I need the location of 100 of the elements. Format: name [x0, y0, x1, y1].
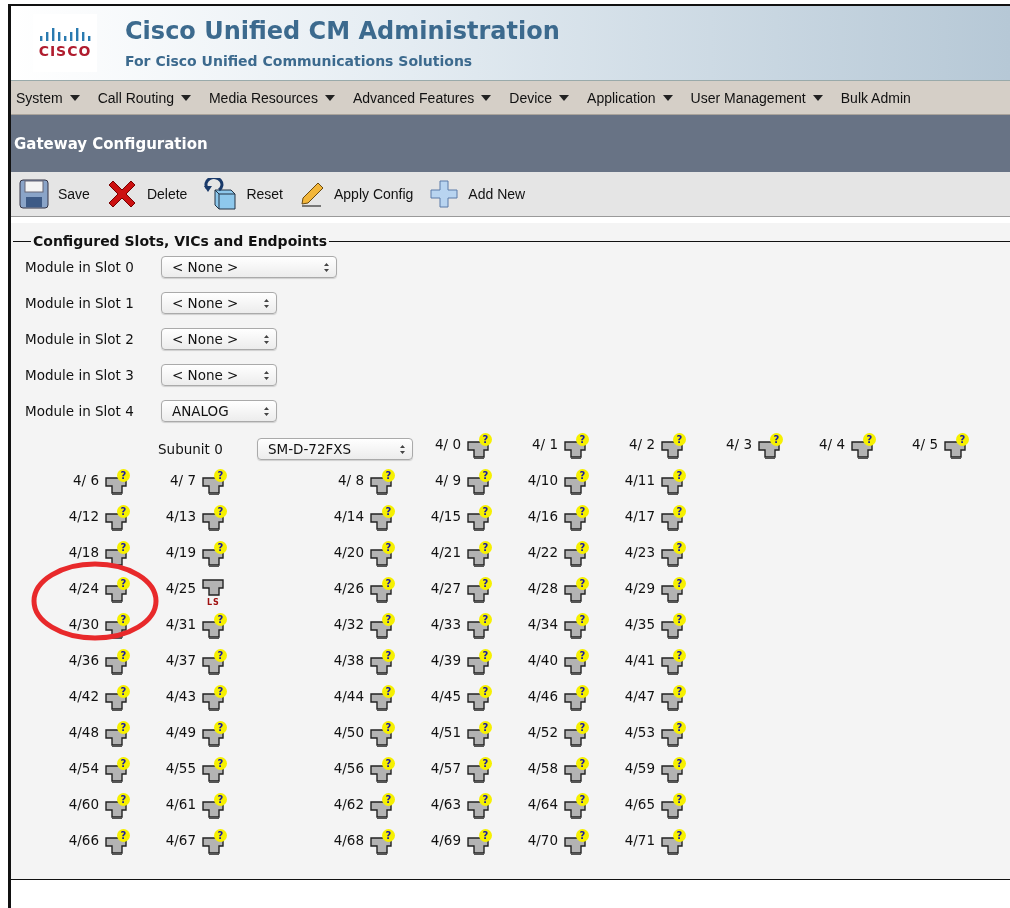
port-label: 4/70 — [526, 832, 558, 848]
port-label: 4/32 — [332, 616, 364, 632]
port-label: 4/41 — [623, 652, 655, 668]
port-label: 4/56 — [332, 760, 364, 776]
toolbar-button[interactable]: Reset — [203, 178, 283, 210]
status-badge: ? — [479, 649, 492, 662]
status-badge: ? — [673, 577, 686, 590]
port-label: 4/46 — [526, 688, 558, 704]
caret-icon — [812, 94, 823, 101]
module-select[interactable]: < None > — [161, 364, 277, 386]
port-label: 4/33 — [429, 616, 461, 632]
port-label: 4/49 — [164, 724, 196, 740]
status-badge: ? — [673, 469, 686, 482]
toolbar-button[interactable]: Add New — [429, 179, 526, 209]
toolbar-button[interactable]: Delete — [105, 178, 188, 210]
port-label: 4/21 — [429, 544, 461, 560]
status-badge: ? — [117, 541, 130, 554]
menu-item[interactable]: Bulk Admin — [840, 89, 911, 106]
module-select[interactable]: < None > — [161, 328, 277, 350]
port-label: 4/11 — [623, 472, 655, 488]
port-label: 4/25 — [164, 580, 196, 596]
status-badge: ? — [576, 433, 589, 446]
updown-icon — [263, 405, 270, 417]
pencil-icon — [298, 181, 325, 207]
menu-item[interactable]: User Management — [690, 89, 823, 106]
subunit-label: Subunit 0 — [158, 441, 223, 457]
app-title: Cisco Unified CM Administration — [125, 17, 560, 45]
status-badge: ? — [673, 649, 686, 662]
menu-item[interactable]: Call Routing — [97, 89, 191, 106]
port-label: 4/71 — [623, 832, 655, 848]
port-label: 4/68 — [332, 832, 364, 848]
port-label: 4/54 — [67, 760, 99, 776]
caret-icon — [69, 94, 80, 101]
port-label: 4/10 — [526, 472, 558, 488]
port-label: 4/65 — [623, 796, 655, 812]
status-badge: ? — [479, 793, 492, 806]
port-label: 4/ 8 — [336, 472, 364, 488]
port-label: 4/31 — [164, 616, 196, 632]
status-badge: ? — [117, 829, 130, 842]
updown-icon — [263, 333, 270, 345]
port-label: 4/57 — [429, 760, 461, 776]
status-badge: ? — [479, 469, 492, 482]
port-label: 4/15 — [429, 508, 461, 524]
status-badge: ? — [479, 757, 492, 770]
status-badge: ? — [479, 577, 492, 590]
port-label: 4/64 — [526, 796, 558, 812]
status-badge: ? — [576, 469, 589, 482]
port-label: 4/27 — [429, 580, 461, 596]
logo-bars-icon — [39, 27, 91, 41]
module-select[interactable]: < None > — [161, 256, 337, 278]
port-label: 4/ 4 — [817, 436, 845, 452]
caret-icon — [180, 94, 191, 101]
module-select[interactable]: < None > — [161, 292, 277, 314]
status-badge: ? — [479, 433, 492, 446]
port-label: 4/52 — [526, 724, 558, 740]
port-label: 4/29 — [623, 580, 655, 596]
module-select[interactable]: ANALOG — [161, 400, 277, 422]
port-label: 4/34 — [526, 616, 558, 632]
status-badge: ? — [673, 793, 686, 806]
status-badge: ? — [214, 685, 227, 698]
port-label: 4/40 — [526, 652, 558, 668]
port-label: 4/22 — [526, 544, 558, 560]
status-badge: ? — [117, 505, 130, 518]
status-badge: ? — [214, 613, 227, 626]
status-badge: ? — [382, 577, 395, 590]
port-label: 4/63 — [429, 796, 461, 812]
page-title: Gateway Configuration — [14, 134, 208, 153]
menu-item[interactable]: System — [16, 89, 80, 106]
caret-icon — [481, 94, 492, 101]
menu-item[interactable]: Device — [509, 89, 570, 106]
status-badge: ? — [117, 757, 130, 770]
module-label: Module in Slot 1 — [25, 295, 135, 311]
status-badge: ? — [770, 433, 783, 446]
port-label: 4/ 7 — [168, 472, 196, 488]
port-label: 4/36 — [67, 652, 99, 668]
port-label: 4/12 — [67, 508, 99, 524]
status-badge: ? — [214, 793, 227, 806]
subunit-select[interactable]: SM-D-72FXS — [257, 438, 413, 460]
updown-icon — [263, 369, 270, 381]
port-label: 4/26 — [332, 580, 364, 596]
toolbar-button[interactable]: Apply Config — [298, 181, 414, 207]
port-label: 4/ 5 — [910, 436, 938, 452]
status-badge: ? — [214, 649, 227, 662]
status-badge: ? — [117, 793, 130, 806]
status-badge: ? — [117, 649, 130, 662]
logo-text: CISCO — [38, 43, 92, 59]
menu-item[interactable]: Media Resources — [208, 89, 335, 106]
status-badge: ? — [214, 469, 227, 482]
caret-icon — [324, 94, 335, 101]
status-badge: ? — [479, 613, 492, 626]
status-badge: ? — [214, 757, 227, 770]
status-badge: ? — [479, 685, 492, 698]
status-badge: ? — [382, 613, 395, 626]
menu-item[interactable]: Advanced Features — [352, 89, 492, 106]
toolbar-button[interactable]: Save — [19, 179, 90, 209]
status-badge: ? — [863, 433, 876, 446]
menu-item[interactable]: Application — [587, 89, 673, 106]
port-label: 4/47 — [623, 688, 655, 704]
updown-icon — [263, 297, 270, 309]
status-badge: ? — [117, 721, 130, 734]
